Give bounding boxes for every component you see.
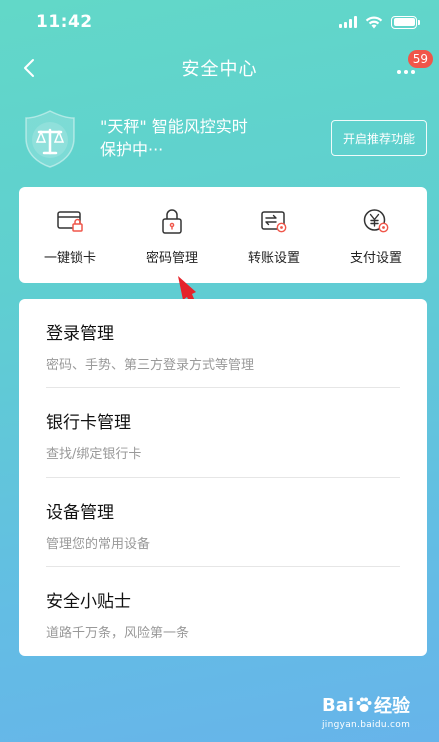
row-description: 道路千万条，风险第一条 xyxy=(46,625,190,641)
quick-action-label: 转账设置 xyxy=(247,251,300,266)
message-badge: 59 xyxy=(407,50,433,68)
status-time: 11:42 xyxy=(36,12,93,32)
battery-icon xyxy=(391,15,420,29)
transfer-icon xyxy=(261,211,287,233)
card-lock-icon xyxy=(57,211,83,232)
quick-actions-card: 一键锁卡 密码管理 转账设置 支付设置 xyxy=(19,187,427,283)
risk-control-status: "天秤" 智能风控实时 保护中··· xyxy=(100,115,300,161)
payment-yen-icon xyxy=(363,209,389,233)
row-title: 银行卡管理 xyxy=(46,413,131,434)
row-title: 安全小贴士 xyxy=(46,591,131,612)
enable-recommend-button[interactable]: 开启推荐功能 xyxy=(331,120,427,156)
risk-control-line-2: 保护中··· xyxy=(100,140,164,159)
settings-row-device[interactable]: 设备管理 管理您的常用设备 xyxy=(46,478,400,567)
settings-row-login[interactable]: 登录管理 密码、手势、第三方登录方式等管理 xyxy=(46,299,400,389)
back-button[interactable] xyxy=(18,56,42,80)
row-description: 管理您的常用设备 xyxy=(46,536,151,552)
row-title: 登录管理 xyxy=(46,324,114,344)
settings-list-card: 登录管理 密码、手势、第三方登录方式等管理 银行卡管理 查找/绑定银行卡 设备管… xyxy=(19,299,427,656)
cellular-signal-icon xyxy=(339,16,357,28)
risk-control-banner: "天秤" 智能风控实时 保护中··· 开启推荐功能 xyxy=(0,100,439,180)
status-bar: 11:42 xyxy=(0,0,439,44)
quick-action-label: 密码管理 xyxy=(145,251,198,266)
nav-bar: 安全中心 59 xyxy=(0,44,439,92)
watermark-url: jingyan.baidu.com xyxy=(322,720,411,730)
row-description: 查找/绑定银行卡 xyxy=(46,447,142,463)
settings-row-bank-card[interactable]: 银行卡管理 查找/绑定银行卡 xyxy=(46,388,400,478)
quick-action-lock-card[interactable]: 一键锁卡 xyxy=(19,187,121,283)
wifi-icon xyxy=(365,16,383,28)
padlock-icon xyxy=(162,209,182,234)
scale-shield-icon xyxy=(25,110,75,168)
row-description: 密码、手势、第三方登录方式等管理 xyxy=(46,358,255,373)
quick-action-password[interactable]: 密码管理 xyxy=(121,187,223,283)
quick-action-label: 一键锁卡 xyxy=(43,251,96,266)
page-title: 安全中心 xyxy=(181,59,258,80)
settings-row-security-tips[interactable]: 安全小贴士 道路千万条，风险第一条 xyxy=(46,567,400,656)
baidu-jingyan-watermark: Bai 经验 jingyan.baidu.com xyxy=(322,692,434,738)
quick-action-payment[interactable]: 支付设置 xyxy=(325,187,427,283)
quick-action-transfer[interactable]: 转账设置 xyxy=(223,187,325,283)
row-title: 设备管理 xyxy=(46,502,114,523)
watermark-brand-a: Bai xyxy=(322,694,355,716)
watermark-logo: Bai 经验 xyxy=(322,692,434,718)
status-icons xyxy=(339,15,420,29)
quick-action-label: 支付设置 xyxy=(349,251,402,266)
risk-control-line-1: "天秤" 智能风控实时 xyxy=(100,117,248,136)
watermark-brand-b: 经验 xyxy=(374,696,411,717)
paw-icon xyxy=(356,697,372,712)
